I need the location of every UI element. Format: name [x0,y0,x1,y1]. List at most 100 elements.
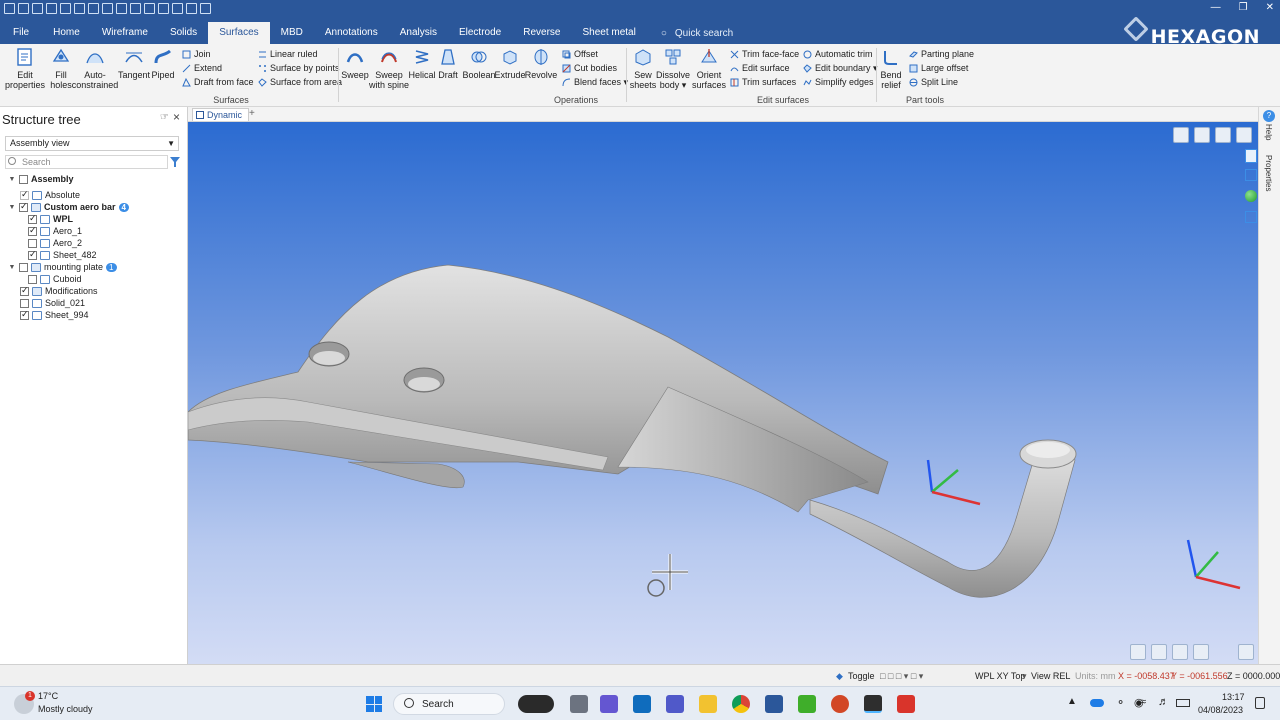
weather-temp[interactable]: 17°C [38,691,58,701]
tab-electrode[interactable]: Electrode [448,22,512,44]
linear-ruled-button[interactable]: Linear ruled [258,49,318,59]
cut-bodies-button[interactable]: Cut bodies [562,63,617,73]
taskbar-search[interactable]: Search [393,693,505,715]
outlook-icon[interactable] [633,695,651,713]
colour-sphere-icon[interactable] [1245,190,1257,202]
quick-search-input[interactable]: Quick search [675,28,733,39]
hexagon-app-icon[interactable] [518,695,554,713]
tab-annotations[interactable]: Annotations [314,22,389,44]
tree-node-cuboid[interactable]: Cuboid [28,273,82,285]
visibility-checkbox[interactable] [20,189,29,200]
edit-boundary-button[interactable]: Edit boundary ▾ [803,63,878,74]
trim-surfaces-button[interactable]: Trim surfaces [730,77,796,87]
offset-button[interactable]: Offset [562,49,598,59]
join-button[interactable]: Join [182,49,211,59]
maximize-button[interactable]: ❐ [1239,2,1248,13]
menu-icon[interactable] [1236,127,1252,143]
properties-icon[interactable] [172,3,183,14]
paste-icon[interactable] [116,3,127,14]
tree-search-input[interactable]: Search [5,155,168,169]
dissolve-body-button[interactable]: Dissolve body ▾ [656,47,690,90]
cad-app-icon[interactable] [864,695,882,713]
close-window-button[interactable]: ✕ [1266,2,1274,13]
start-button[interactable] [366,696,382,712]
simplify-edges-button[interactable]: Simplify edges [803,77,874,87]
view-orientation-triad[interactable] [1186,539,1241,590]
delete-icon[interactable] [130,3,141,14]
draft-button[interactable]: Draft [436,47,460,80]
draft-from-face-button[interactable]: Draft from face [182,77,254,87]
tab-file[interactable]: File [0,22,42,44]
sweep-button[interactable]: Sweep [340,47,370,80]
customize-icon[interactable] [200,3,211,14]
quick-search[interactable]: ○ Quick search [647,22,733,44]
add-tab-button[interactable]: + [249,108,255,119]
excel-like-icon[interactable] [798,695,816,713]
zoom-window-icon[interactable] [1215,127,1231,143]
shaded-view-icon[interactable] [1151,644,1167,660]
file-explorer-icon[interactable] [699,695,717,713]
parting-plane-button[interactable]: Parting plane [909,49,974,59]
red-app-icon[interactable] [897,695,915,713]
filter-icon[interactable] [170,157,180,167]
tree-node-assembly[interactable]: ▼ Assembly [8,173,74,185]
view-indicator[interactable]: View REL [1031,671,1070,681]
tree-node-sheet-482[interactable]: Sheet_482 [28,249,97,261]
collapse-icon[interactable]: ▼ [8,264,16,271]
wifi-icon[interactable]: ≈ [1140,696,1146,708]
notifications-icon[interactable] [1255,697,1265,709]
help-icon[interactable]: ? [1263,110,1275,122]
collapse-icon[interactable]: ▼ [8,176,16,183]
trim-face-face-button[interactable]: Trim face-face [730,49,799,59]
folder-icon[interactable] [32,3,43,14]
visibility-checkbox[interactable] [19,262,28,272]
zoom-fit-icon[interactable] [1194,127,1210,143]
tree-node-mounting-plate[interactable]: ▼ mounting plate 1 [8,261,117,273]
visibility-checkbox[interactable] [20,298,29,308]
clock-time[interactable]: 13:17 [1222,692,1245,702]
open-icon[interactable] [18,3,29,14]
save-icon[interactable] [46,3,57,14]
minimize-button[interactable]: — [1211,2,1221,13]
settings-icon[interactable] [186,3,197,14]
tab-wireframe[interactable]: Wireframe [91,22,159,44]
volume-icon[interactable]: ♬ [1158,696,1169,708]
teams-icon[interactable] [666,695,684,713]
assembly-view-select[interactable]: Assembly view ▼ [5,136,179,151]
wireframe-view-icon[interactable] [1172,644,1188,660]
tree-node-aero-2[interactable]: Aero_2 [28,237,82,249]
help-tab[interactable]: Help [1264,124,1273,140]
tree-node-modifications[interactable]: Modifications [20,285,98,297]
tangent-button[interactable]: Tangent [118,47,150,80]
collapse-icon[interactable]: ▼ [8,204,16,211]
wpl-dropdown-icon[interactable]: ▾ [1022,671,1027,682]
microphone-icon[interactable]: ⚬ [1116,696,1125,709]
aero-bar-model[interactable] [188,264,1077,598]
tab-surfaces[interactable]: Surfaces [208,22,270,44]
teams-meet-icon[interactable] [600,695,618,713]
visibility-checkbox[interactable] [28,225,37,236]
tab-solids[interactable]: Solids [159,22,208,44]
tree-node-sheet-994[interactable]: Sheet_994 [20,309,89,321]
split-line-button[interactable]: Split Line [909,77,958,87]
view-mode-icon[interactable] [1130,644,1146,660]
layer-icon[interactable] [1245,149,1257,163]
visibility-checkbox[interactable] [19,201,28,212]
tab-dynamic[interactable]: Dynamic [192,108,250,121]
surface-from-area-button[interactable]: Surface from area [258,77,342,87]
tab-analysis[interactable]: Analysis [389,22,448,44]
chrome-icon[interactable] [732,695,750,713]
battery-icon[interactable] [1176,699,1190,707]
automatic-trim-button[interactable]: Automatic trim [803,49,873,59]
visibility-checkbox[interactable] [28,274,37,284]
revolve-button[interactable]: Revolve [525,47,557,80]
auto-constrained-button[interactable]: Auto- constrained [72,47,118,90]
properties-tab[interactable]: Properties [1264,155,1273,191]
sew-sheets-button[interactable]: Sew sheets [628,47,658,90]
redo-icon[interactable] [158,3,169,14]
orient-surfaces-button[interactable]: Orient surfaces [692,47,726,90]
visibility-checkbox[interactable] [19,174,28,184]
expand-view-icon[interactable] [1238,644,1254,660]
extrude-button[interactable]: Extrude [494,47,526,80]
bend-relief-button[interactable]: Bend relief [878,47,904,90]
